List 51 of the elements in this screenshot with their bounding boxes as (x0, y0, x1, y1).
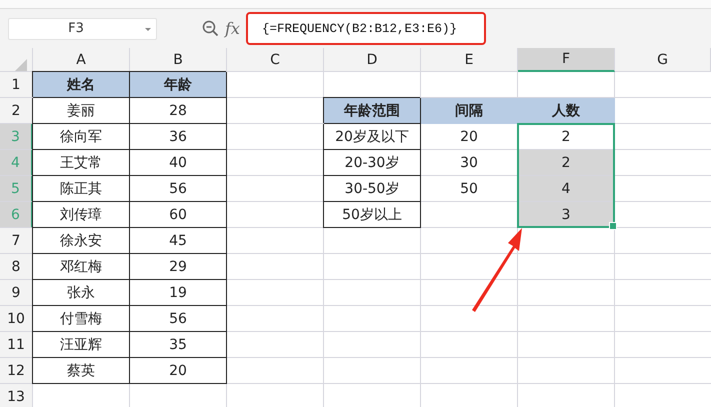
column-header[interactable]: G (615, 48, 711, 72)
row-header[interactable]: 9 (0, 280, 33, 306)
table-cell[interactable]: 60 (130, 202, 227, 228)
table-cell[interactable]: 年龄 (130, 72, 227, 98)
table-cell[interactable]: 50岁以上 (324, 202, 421, 228)
row-header[interactable]: 2 (0, 98, 33, 124)
table-cell[interactable]: 姓名 (33, 72, 130, 98)
name-box[interactable]: F3 (8, 18, 157, 40)
row-header[interactable]: 1 (0, 72, 33, 98)
table-cell[interactable]: 人数 (518, 98, 615, 124)
table-cell[interactable]: 年龄范围 (324, 98, 421, 124)
row-header[interactable]: 12 (0, 358, 33, 384)
table-cell[interactable]: 40 (130, 150, 227, 176)
zoom-out-icon[interactable] (202, 20, 219, 37)
column-header[interactable]: D (324, 48, 421, 72)
row-header[interactable]: 10 (0, 306, 33, 332)
table-cell[interactable]: 张永 (33, 280, 130, 306)
table-cell[interactable]: 汪亚辉 (33, 332, 130, 358)
fx-label[interactable]: fx (225, 19, 240, 38)
table-cell[interactable]: 36 (130, 124, 227, 150)
column-header[interactable]: A (33, 48, 130, 72)
fill-handle[interactable] (609, 222, 617, 230)
table-cell[interactable]: 邓红梅 (33, 254, 130, 280)
row-header[interactable]: 8 (0, 254, 33, 280)
formula-field[interactable]: {=FREQUENCY(B2:B12,E3:E6)} (246, 12, 486, 45)
table-cell[interactable]: 蔡英 (33, 358, 130, 384)
table-cell[interactable]: 陈正其 (33, 176, 130, 202)
table-cell[interactable]: 45 (130, 228, 227, 254)
table-cell[interactable]: 徐向军 (33, 124, 130, 150)
table-cell[interactable]: 56 (130, 176, 227, 202)
table-cell[interactable]: 4 (518, 176, 615, 202)
table-cell[interactable]: 王艾常 (33, 150, 130, 176)
column-header[interactable]: B (130, 48, 227, 72)
column-header[interactable]: E (421, 48, 518, 72)
table-cell[interactable]: 徐永安 (33, 228, 130, 254)
row-header[interactable]: 13 (0, 384, 33, 407)
table-cell[interactable]: 付雪梅 (33, 306, 130, 332)
table-cell[interactable]: 56 (130, 306, 227, 332)
table-cell[interactable]: 2 (518, 150, 615, 176)
table-cell[interactable]: 姜丽 (33, 98, 130, 124)
table-cell[interactable]: 28 (130, 98, 227, 124)
column-header[interactable]: F (518, 48, 615, 72)
table-cell[interactable]: 35 (130, 332, 227, 358)
row-header[interactable]: 11 (0, 332, 33, 358)
table-cell[interactable]: 20 (130, 358, 227, 384)
column-header[interactable]: C (227, 48, 324, 72)
table-cell[interactable]: 刘传璋 (33, 202, 130, 228)
table-cell[interactable]: 29 (130, 254, 227, 280)
row-header[interactable]: 7 (0, 228, 33, 254)
table-cell[interactable]: 19 (130, 280, 227, 306)
table-cell[interactable]: 间隔 (421, 98, 518, 124)
